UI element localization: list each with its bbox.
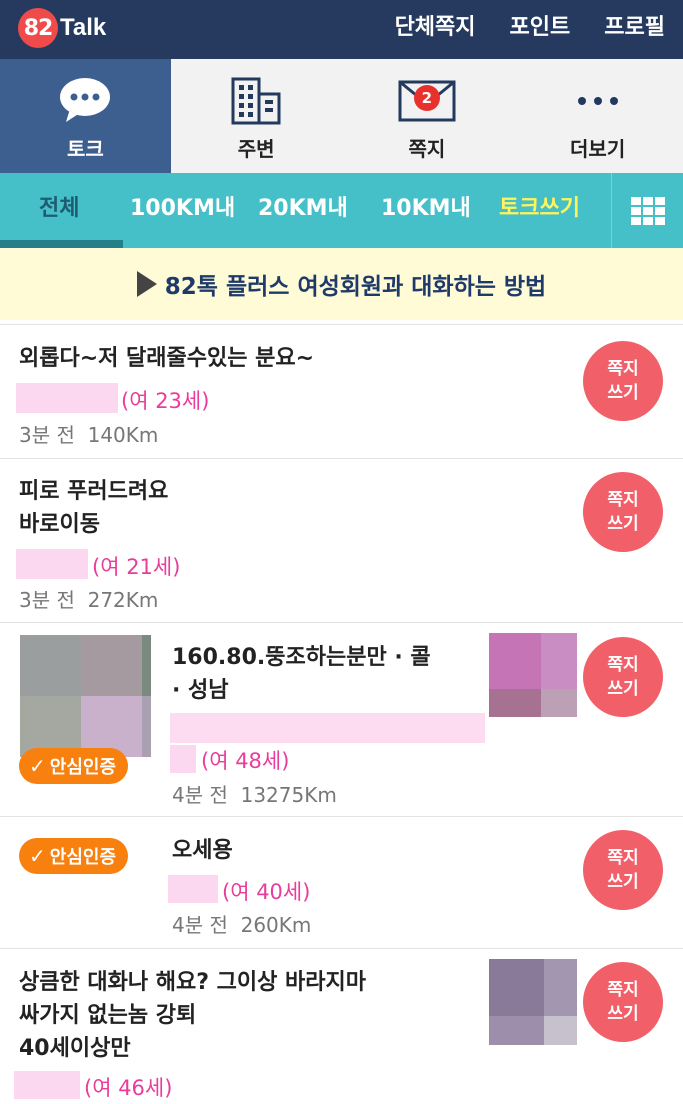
logo-badge: 82 [18,8,58,48]
post-age: (여 23세) [121,389,210,413]
list-item[interactable]: 외롭다~저 달래줄수있는 분요~ (여 23세) 3분 전 140Km 쪽지 쓰… [0,324,683,458]
list-item[interactable]: 상큼한 대화나 해요? 그이상 바라지마 싸가지 없는놈 강퇴 40세이상만 (… [0,948,683,1104]
post-title-line2: 바로이동 [19,512,100,537]
write-note-button[interactable]: 쪽지 쓰기 [583,341,663,421]
note-button-line2: 쓰기 [607,383,639,403]
blurred-nickname [168,875,218,903]
points-link[interactable]: 포인트 [510,12,571,44]
post-age: (여 40세) [222,880,311,904]
post-time: 3분 전 [19,423,75,447]
post-title-line1: 피로 푸러드려요 [19,479,169,504]
post-title-line2: 싸가지 없는놈 강퇴 [19,1003,197,1028]
grid-view-button[interactable] [611,173,683,248]
filter-20km[interactable]: 20KM내 [258,173,348,248]
building-icon [230,75,282,127]
post-meta: 3분 전 272Km [19,584,158,613]
note-button-line1: 쪽지 [607,359,639,379]
note-button-line1: 쪽지 [607,848,639,868]
blurred-text [170,713,485,743]
check-icon: ✓ [29,844,46,868]
filter-100km[interactable]: 100KM내 [130,173,235,248]
post-distance: 13275Km [240,783,337,807]
post-distance: 140Km [87,423,159,447]
attached-photo[interactable] [489,633,577,717]
banner-text: 82톡 플러스 여성회원과 대화하는 방법 [164,274,547,300]
post-meta: 4분 전 260Km [172,909,311,938]
post-title-line1: 상큼한 대화나 해요? 그이상 바라지마 [19,970,366,995]
play-arrow-icon [136,271,157,297]
tab-messages-label: 쪽지 [408,137,446,161]
check-icon: ✓ [29,754,46,778]
certified-badge: ✓ 안심인증 [19,748,129,784]
logo-name: Talk [60,14,107,41]
post-time: 4분 전 [172,783,228,807]
write-note-button[interactable]: 쪽지 쓰기 [583,830,663,910]
post-title-line2: · 성남 [172,678,229,703]
attached-photo[interactable] [489,959,577,1045]
post-time: 3분 전 [19,588,75,612]
certified-label: 안심인증 [49,847,117,868]
plus-guide-banner[interactable]: 82톡 플러스 여성회원과 대화하는 방법 [0,248,683,320]
profile-link[interactable]: 프로필 [604,12,665,44]
post-meta: 4분 전 13275Km [172,779,337,808]
note-button-line2: 쓰기 [607,514,639,534]
post-age: (여 46세) [84,1076,173,1100]
tab-talk[interactable]: 토크 [0,59,171,173]
filter-10km[interactable]: 10KM내 [381,173,471,248]
tab-more[interactable]: 더보기 [512,59,683,173]
write-note-button[interactable]: 쪽지 쓰기 [583,962,663,1042]
tab-more-label: 더보기 [570,137,626,161]
post-age: (여 21세) [92,555,181,579]
note-button-line2: 쓰기 [607,1004,639,1024]
note-button-line2: 쓰기 [607,872,639,892]
chat-bubble-icon [58,75,112,127]
note-button-line2: 쓰기 [607,679,639,699]
top-links: 단체쪽지 포인트 프로필 [395,12,665,44]
more-dots-icon [576,75,620,127]
post-title: 외롭다~저 달래줄수있는 분요~ [19,346,315,371]
group-message-link[interactable]: 단체쪽지 [395,12,476,44]
post-distance: 272Km [87,588,159,612]
post-distance: 260Km [240,913,312,937]
tab-nearby[interactable]: 주변 [171,59,342,173]
profile-photo[interactable] [20,635,151,757]
top-bar: 82 Talk 단체쪽지 포인트 프로필 [0,0,683,59]
tab-nearby-label: 주변 [237,137,275,161]
active-filter-indicator [0,240,123,248]
note-button-line1: 쪽지 [607,655,639,675]
distance-filter-bar: 전체 100KM내 20KM내 10KM내 토크쓰기 [0,173,683,248]
list-item[interactable]: 피로 푸러드려요 바로이동 (여 21세) 3분 전 272Km 쪽지 쓰기 [0,458,683,622]
certified-badge: ✓ 안심인증 [19,838,129,874]
certified-label: 안심인증 [49,757,117,778]
list-item[interactable]: ✓ 안심인증 오세용 (여 40세) 4분 전 260Km 쪽지 쓰기 [0,816,683,948]
blurred-nickname [170,745,196,773]
unread-count-badge: 2 [413,85,440,111]
app-logo[interactable]: 82 Talk [18,8,106,48]
note-button-line1: 쪽지 [607,980,639,1000]
post-time: 4분 전 [172,913,228,937]
filter-all[interactable]: 전체 [39,173,79,248]
post-title-line3: 40세이상만 [19,1036,131,1061]
grid-icon [630,196,665,225]
post-meta: 3분 전 140Km [19,419,158,448]
write-note-button[interactable]: 쪽지 쓰기 [583,472,663,552]
post-age: (여 48세) [201,749,290,773]
blurred-nickname [16,549,88,579]
post-title: 오세용 [172,838,233,863]
write-note-button[interactable]: 쪽지 쓰기 [583,637,663,717]
tab-messages[interactable]: 2 쪽지 [342,59,513,173]
blurred-nickname [14,1071,80,1099]
main-tabs: 토크 주변 2 쪽지 더보기 [0,59,683,173]
tab-talk-label: 토크 [66,137,104,161]
note-button-line1: 쪽지 [607,490,639,510]
blurred-nickname [16,383,118,413]
list-item[interactable]: ✓ 안심인증 160.80.뚱조하는분만 · 콜 · 성남 (여 48세) 4분… [0,622,683,816]
write-talk-link[interactable]: 토크쓰기 [499,173,580,248]
post-title-line1: 160.80.뚱조하는분만 · 콜 [172,645,431,670]
